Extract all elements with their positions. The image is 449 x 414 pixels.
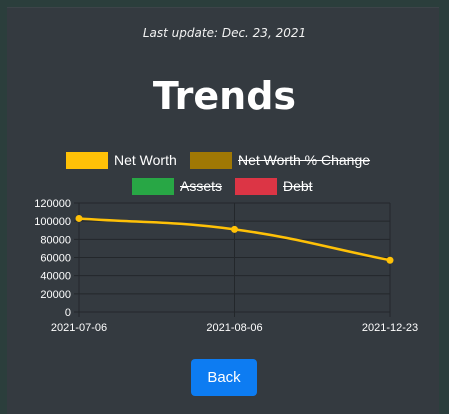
y-tick-label: 20000 [40,289,71,301]
back-button[interactable]: Back [191,359,257,396]
x-tick-label: 2021-12-23 [362,322,418,334]
net-worth-line-chart: 0 20000 40000 60000 80000 100000 120000 2021-07… [34,198,418,334]
y-tick-label: 100000 [34,216,71,228]
data-point [386,256,394,264]
x-tick-label: 2021-08-06 [206,322,262,334]
y-tick-label: 120000 [34,198,71,210]
data-point [231,225,238,233]
x-tick-label: 2021-07-06 [51,322,107,334]
y-tick-label: 40000 [40,271,71,283]
y-tick-label: 80000 [40,234,71,246]
y-tick-label: 0 [65,307,71,319]
y-tick-label: 60000 [40,253,71,265]
data-point [75,214,83,222]
